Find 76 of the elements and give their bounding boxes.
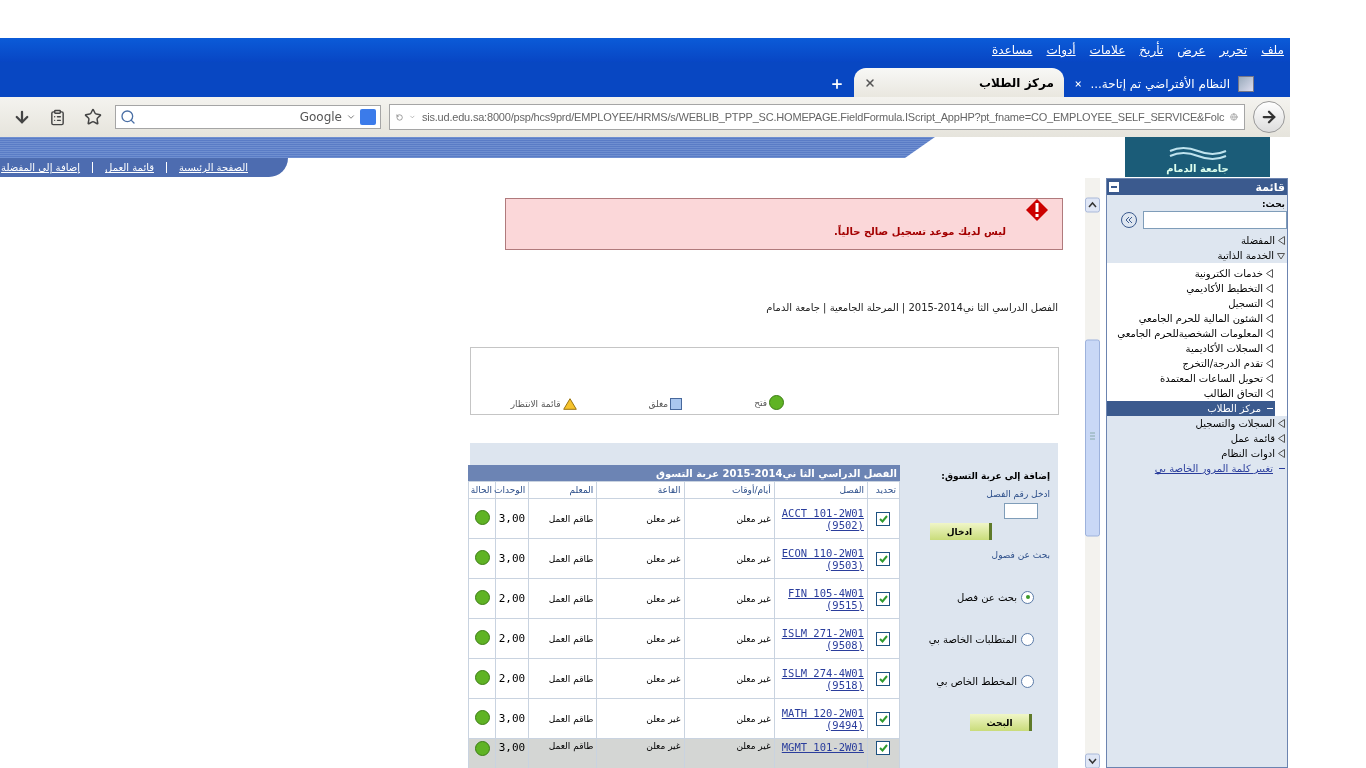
table-cell: 2,00 [495, 658, 529, 699]
menu-item[interactable]: مركز الطلاب [1107, 401, 1275, 416]
column-header: تحديد [867, 481, 900, 499]
table-cell: غير معلن [596, 498, 685, 539]
search-button[interactable]: البحث [970, 714, 1032, 731]
menu-item[interactable]: أدوات [1046, 43, 1076, 57]
column-header: القاعة [596, 481, 685, 499]
column-header: المعلم [528, 481, 597, 499]
table-cell: غير معلن [596, 578, 685, 619]
panel-title: قائمة [1255, 180, 1285, 194]
enter-button[interactable]: ادخال [930, 523, 992, 540]
table-cell: 3,00 [495, 698, 529, 739]
table-cell: غير معلن [684, 658, 775, 699]
menu-item[interactable]: الخدمة الذاتية [1107, 248, 1287, 263]
legend-label: فتح [754, 397, 767, 408]
table-cell: طاقم العمل [528, 538, 597, 579]
table-cell: طاقم العمل [528, 498, 597, 539]
menu-item[interactable]: المعلومات الشخصيةللحرم الجامعي [1107, 326, 1275, 341]
menu-item[interactable]: المفضلة [1107, 233, 1287, 248]
menu-item[interactable]: ملف [1261, 43, 1284, 57]
table-cell: غير معلن [684, 698, 775, 739]
table-cell: طاقم العمل [528, 578, 597, 619]
menu-item[interactable]: قائمة عمل [1107, 431, 1287, 446]
term-title: الفصل الدراسي الثا ني2014-2015 | المرحلة الجامعية | جامعة الدمام [766, 302, 1058, 313]
table-cell: طاقم العمل [528, 618, 597, 659]
menu-item[interactable]: الشئون المالية للحرم الجامعي [1107, 311, 1275, 326]
menu-item[interactable]: مساعدة [991, 43, 1033, 57]
search-label: بحث: [1261, 198, 1286, 209]
browser-tab[interactable]: مركز الطلاب [854, 68, 1064, 97]
menu-item[interactable]: التسجيل [1107, 296, 1275, 311]
table-cell: 3,00 [495, 538, 529, 579]
form-title: إضافة إلى عربة التسوق: [941, 471, 1050, 481]
table-cell: 3,00 [495, 498, 529, 539]
table-cell: غير معلن [596, 698, 685, 739]
table-cell: 2,00 [495, 618, 529, 659]
header-link[interactable]: قائمة العمل [92, 162, 166, 173]
menu-item[interactable]: خدمات الكترونية [1107, 266, 1275, 281]
field-label: ادخل رقم الفصل [986, 489, 1050, 499]
table-cell: غير معلن [684, 538, 775, 579]
menu-item[interactable]: تقدم الدرجة/التخرج [1107, 356, 1275, 371]
table-cell: غير معلن [684, 578, 775, 619]
table-cell: طاقم العمل [528, 658, 597, 699]
table-title: الفصل الدراسي الثا ني2014-2015 عربة التسوق [468, 465, 900, 481]
university-logo: جامعة الدمام [1125, 137, 1270, 177]
menu-item[interactable]: علامات [1089, 43, 1126, 57]
table-cell: غير معلن [684, 618, 775, 659]
menu-item[interactable]: تحويل الساعات المعتمدة [1107, 371, 1275, 386]
legend-label: قائمة الانتظار [510, 399, 561, 409]
menu-item[interactable]: التخطيط الأكاديمي [1107, 281, 1275, 296]
section-label: بحث عن فصول [991, 550, 1050, 560]
legend-label: مغلق [648, 399, 669, 409]
radio-option[interactable]: المخطط الخاص بي [936, 660, 1050, 702]
table-cell: غير معلن [596, 658, 685, 699]
menu-item[interactable]: تأريخ [1139, 43, 1164, 57]
menu-item[interactable]: تحرير [1219, 43, 1248, 57]
browser-tab[interactable]: النظام الأفتراضي تم إتاحة... [1064, 71, 1264, 97]
table-cell: 2,00 [495, 578, 529, 619]
menu-item[interactable]: التحاق الطالب [1107, 386, 1275, 401]
table-cell: غير معلن [684, 498, 775, 539]
header-link[interactable]: الصفحة الرئيسية [166, 162, 260, 173]
table-cell: طاقم العمل [528, 698, 597, 739]
column-header: أيام/أوقات [684, 481, 775, 499]
menu-item[interactable]: عرض [1177, 43, 1206, 57]
column-header: الفصل [774, 481, 868, 499]
menu-item[interactable]: السجلات والتسجيل [1107, 416, 1287, 431]
change-password-link[interactable]: تغيير كلمة المرور الخاصة بي [1154, 463, 1273, 474]
header-link[interactable]: إضافة إلى المفضلة [0, 162, 93, 173]
radio-option[interactable]: بحث عن فصل [956, 576, 1050, 618]
menu-item[interactable]: ادوات النظام [1107, 446, 1287, 461]
radio-option[interactable]: المتطلبات الخاصة بي [928, 618, 1050, 660]
error-message: ليس لديك موعد تسجيل صالح حالياً. [834, 225, 1006, 237]
search-field[interactable]: Google [115, 105, 381, 129]
menu-item[interactable]: السجلات الأكاديمية [1107, 341, 1275, 356]
column-header: الوحدات [495, 481, 529, 499]
table-cell: غير معلن [596, 618, 685, 659]
table-cell: غير معلن [596, 538, 685, 579]
